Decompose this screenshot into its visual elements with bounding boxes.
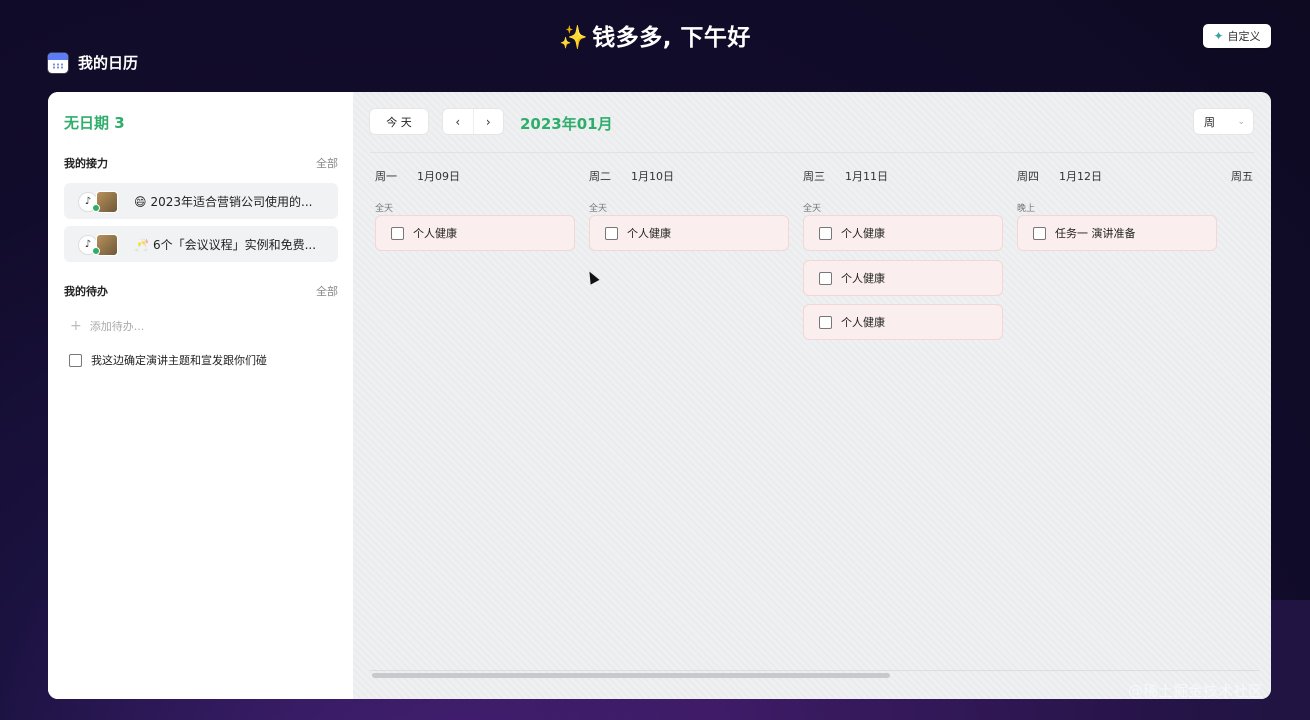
greeting-text: 钱多多, 下午好: [592, 25, 751, 51]
day-header: 周五: [1231, 168, 1261, 184]
day-header: 周三 1月11日: [803, 168, 888, 184]
event-card[interactable]: 个人健康: [375, 215, 575, 251]
no-date-count[interactable]: 无日期 3: [64, 112, 125, 133]
date-label: 1月10日: [631, 170, 674, 183]
relay-item-text: 🥂 6个「会议议程」实例和免费...: [134, 236, 330, 253]
horizontal-scrollbar-thumb[interactable]: [372, 673, 890, 678]
relay-item-label: 6个「会议议程」实例和免费...: [152, 237, 317, 252]
date-label: 1月11日: [845, 170, 888, 183]
event-title: 个人健康: [841, 227, 885, 240]
slot-label: 全天: [803, 204, 822, 214]
online-dot: [92, 247, 100, 255]
date-label: 1月12日: [1059, 170, 1102, 183]
event-title: 任务一 演讲准备: [1055, 227, 1136, 240]
event-card[interactable]: 任务一 演讲准备: [1017, 215, 1217, 251]
greeting-heading: ✨ 钱多多, 下午好: [0, 18, 1310, 52]
relay-item-label: 2023年适合营销公司使用的...: [150, 194, 313, 209]
avatar-group: ♪: [78, 190, 124, 213]
weekday-label: 周三: [803, 170, 825, 183]
event-card[interactable]: 个人健康: [589, 215, 789, 251]
todo-section-header: 我的待办 全部: [64, 283, 338, 299]
app-title: 我的日历: [48, 52, 138, 73]
horizontal-scrollbar-track: [370, 670, 1259, 671]
event-card[interactable]: 个人健康: [803, 304, 1003, 340]
event-card[interactable]: 个人健康: [803, 260, 1003, 296]
event-title: 个人健康: [413, 227, 457, 240]
emoji-icon: 😄: [134, 194, 147, 209]
customize-label: 自定义: [1227, 30, 1261, 43]
sparkle-icon: ✦: [1213, 29, 1224, 43]
relay-item[interactable]: ♪ 🥂 6个「会议议程」实例和免费...: [64, 226, 338, 262]
day-column-mon: 周一 1月09日 全天 个人健康: [370, 92, 575, 652]
sparkle-icon: ✨: [559, 25, 589, 51]
day-column-wed: 周三 1月11日 全天 个人健康 个人健康 个人健康: [798, 92, 1003, 652]
sidebar: 无日期 3 我的接力 全部 ♪ 😄 2023年适合营销公司使用的... ♪ 🥂 6个…: [48, 92, 353, 699]
relay-section-header: 我的接力 全部: [64, 155, 338, 171]
slot-label: 全天: [589, 204, 608, 214]
online-dot: [92, 204, 100, 212]
event-checkbox[interactable]: [1033, 226, 1046, 240]
relay-title: 我的接力: [64, 157, 108, 170]
slot-label: 全天: [375, 204, 394, 214]
event-card[interactable]: 个人健康: [803, 215, 1003, 251]
add-todo-input[interactable]: + 添加待办...: [70, 318, 144, 334]
calendar-panel: 无日期 3 我的接力 全部 ♪ 😄 2023年适合营销公司使用的... ♪ 🥂 6个…: [48, 92, 1271, 699]
event-checkbox[interactable]: [819, 315, 832, 329]
relay-item[interactable]: ♪ 😄 2023年适合营销公司使用的...: [64, 183, 338, 219]
weekday-label: 周二: [589, 170, 611, 183]
avatar-group: ♪: [78, 233, 124, 256]
weekday-label: 周一: [375, 170, 397, 183]
event-title: 个人健康: [841, 272, 885, 285]
weekday-label: 周四: [1017, 170, 1039, 183]
todo-checkbox[interactable]: [69, 353, 82, 367]
day-header: 周二 1月10日: [589, 168, 674, 184]
day-column-tue: 周二 1月10日 全天 个人健康: [584, 92, 789, 652]
day-header: 周四 1月12日: [1017, 168, 1102, 184]
todo-item-text[interactable]: 我这边确定演讲主题和宣发跟你们碰: [91, 352, 267, 368]
watermark: @稀土掘金技术社区: [1128, 682, 1264, 700]
todo-all-link[interactable]: 全部: [316, 283, 338, 299]
event-title: 个人健康: [841, 316, 885, 329]
day-column-thu: 周四 1月12日 晚上 任务一 演讲准备: [1012, 92, 1217, 652]
emoji-icon: 🥂: [134, 237, 149, 252]
customize-button[interactable]: ✦ 自定义: [1203, 24, 1271, 48]
relay-item-text: 😄 2023年适合营销公司使用的...: [134, 193, 330, 210]
relay-all-link[interactable]: 全部: [316, 155, 338, 171]
todo-item: 我这边确定演讲主题和宣发跟你们碰: [69, 352, 267, 368]
event-checkbox[interactable]: [819, 271, 832, 285]
slot-label: 晚上: [1017, 204, 1036, 214]
event-checkbox[interactable]: [391, 226, 404, 240]
todo-title: 我的待办: [64, 285, 108, 298]
calendar-icon: [48, 52, 68, 73]
calendar-main: 今 天 ‹ › 2023年01月 周 ⌄ 周一 1月09日 全天 个人健康 周二 1…: [353, 92, 1271, 699]
day-header: 周一 1月09日: [375, 168, 460, 184]
day-column-fri: 周五: [1226, 92, 1261, 652]
plus-icon: +: [70, 318, 82, 334]
event-checkbox[interactable]: [605, 226, 618, 240]
weekday-label: 周五: [1231, 170, 1253, 183]
event-title: 个人健康: [627, 227, 671, 240]
app-title-text: 我的日历: [78, 54, 139, 72]
event-checkbox[interactable]: [819, 226, 832, 240]
add-todo-placeholder: 添加待办...: [89, 320, 145, 333]
date-label: 1月09日: [417, 170, 460, 183]
